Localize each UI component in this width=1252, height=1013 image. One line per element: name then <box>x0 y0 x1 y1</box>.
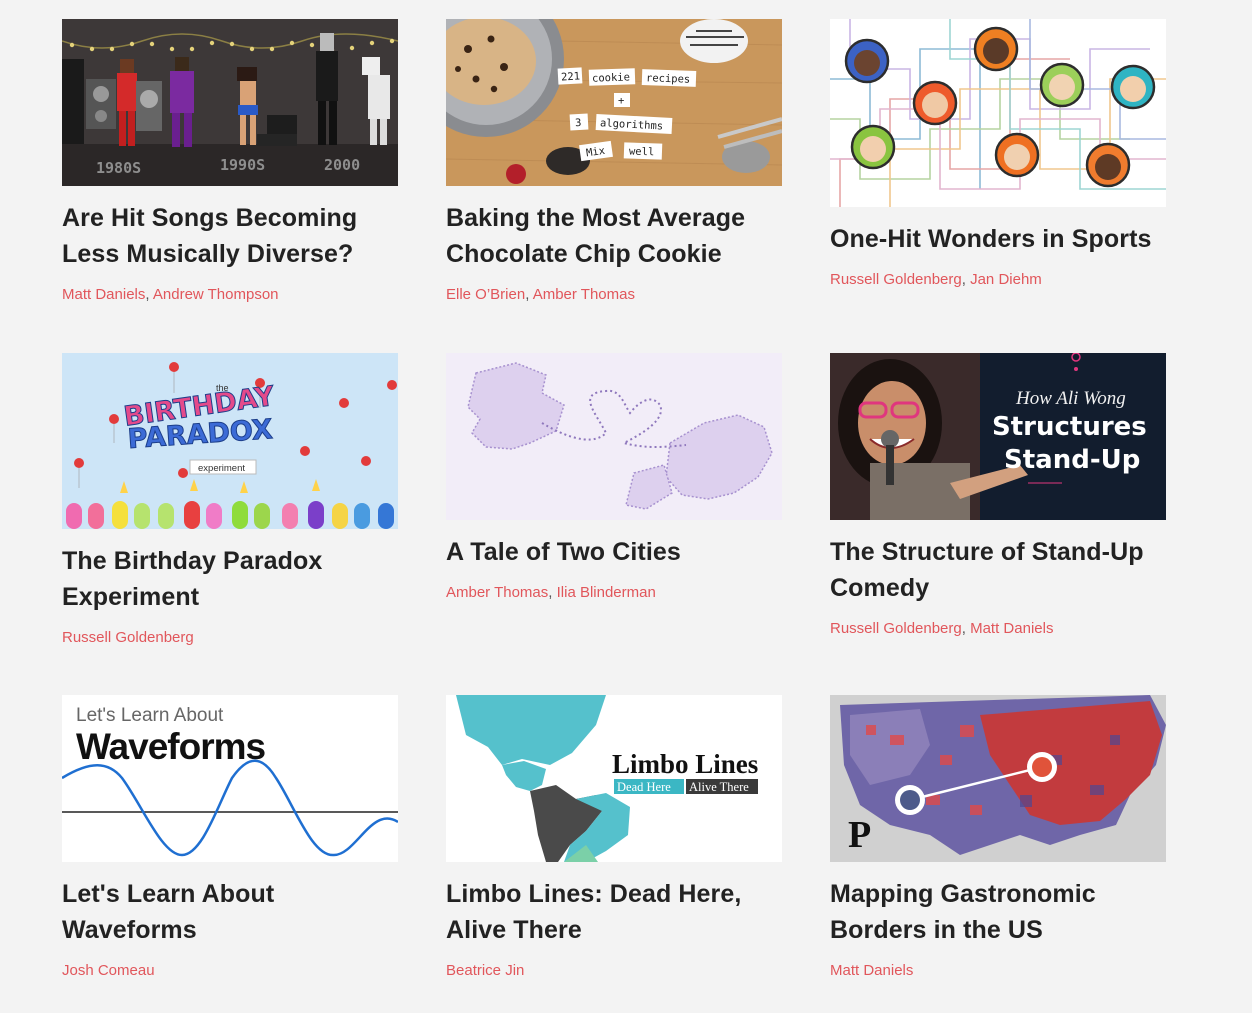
story-title[interactable]: One-Hit Wonders in Sports <box>830 221 1166 257</box>
waveforms-kicker: Let's Learn About <box>76 705 224 726</box>
author-link[interactable]: Russell Goldenberg <box>830 271 962 288</box>
author-link[interactable]: Josh Comeau <box>62 962 155 979</box>
author-link[interactable]: Amber Thomas <box>446 584 548 601</box>
thumbnail-limbo-lines[interactable]: Limbo Lines Dead Here Alive There <box>446 695 782 862</box>
story-authors: Amber Thomas, Ilia Blinderman <box>446 584 656 601</box>
thumbnail-hit-songs[interactable]: 1980S 1990S 2000 <box>62 19 398 186</box>
story-authors: Russell Goldenberg, Matt Daniels <box>830 620 1054 637</box>
thumbnail-gastronomic-borders[interactable]: P <box>830 695 1166 862</box>
tile-cookie: cookie <box>592 71 630 84</box>
story-authors: Matt Daniels, Andrew Thompson <box>62 286 279 303</box>
story-title[interactable]: Mapping Gastronomic Borders in the US <box>830 876 1166 948</box>
author-link[interactable]: Matt Daniels <box>830 962 913 979</box>
pudding-logo: P <box>848 814 871 856</box>
story-card-standup[interactable]: How Ali Wong Structures Stand-Up The Str… <box>830 353 1166 640</box>
story-title[interactable]: A Tale of Two Cities <box>446 534 782 570</box>
story-card-cookie[interactable]: 221 cookie recipes + 3 algorithms Mix we… <box>446 19 782 306</box>
author-link[interactable]: Matt Daniels <box>970 620 1053 637</box>
author-link[interactable]: Andrew Thompson <box>153 286 279 303</box>
author-link[interactable]: Matt Daniels <box>62 286 145 303</box>
tile-221: 221 <box>561 70 581 83</box>
story-title[interactable]: Baking the Most Average Chocolate Chip C… <box>446 200 782 272</box>
standup-line1: Structures <box>992 412 1147 442</box>
year-label-3: 2000 <box>324 156 360 174</box>
story-authors: Beatrice Jin <box>446 960 782 982</box>
standup-kicker: How Ali Wong <box>1015 388 1126 409</box>
story-title[interactable]: Let's Learn About Waveforms <box>62 876 398 948</box>
thumbnail-two-cities[interactable] <box>446 353 782 520</box>
author-link[interactable]: Elle O’Brien <box>446 286 525 303</box>
story-authors: Matt Daniels <box>830 960 1166 982</box>
experiment-label: experiment <box>198 463 245 474</box>
story-card-two-cities[interactable]: A Tale of Two Cities Amber Thomas, Ilia … <box>446 353 782 604</box>
thumbnail-birthday-paradox[interactable]: the BIRTHDAY PARADOX experiment <box>62 353 398 529</box>
story-title[interactable]: The Structure of Stand-Up Comedy <box>830 534 1166 606</box>
author-link[interactable]: Jan Diehm <box>970 271 1042 288</box>
tile-well: well <box>629 146 655 159</box>
story-authors: Elle O’Brien, Amber Thomas <box>446 286 635 303</box>
story-authors: Josh Comeau <box>62 960 398 982</box>
story-title[interactable]: Limbo Lines: Dead Here, Alive There <box>446 876 782 948</box>
author-link[interactable]: Amber Thomas <box>533 286 635 303</box>
thumbnail-standup[interactable]: How Ali Wong Structures Stand-Up <box>830 353 1166 520</box>
story-title[interactable]: The Birthday Paradox Experiment <box>62 543 398 615</box>
thumbnail-one-hit-wonders[interactable] <box>830 19 1166 207</box>
tile-3: 3 <box>575 117 582 129</box>
thumbnail-cookie[interactable]: 221 cookie recipes + 3 algorithms Mix we… <box>446 19 782 186</box>
waveforms-headline: Waveforms <box>76 726 266 767</box>
limbo-tag-alive: Alive There <box>689 780 749 794</box>
story-card-waveforms[interactable]: Let's Learn About Waveforms Let's Learn … <box>62 695 398 982</box>
story-authors: Russell Goldenberg, Jan Diehm <box>830 271 1042 288</box>
story-card-one-hit-wonders[interactable]: One-Hit Wonders in Sports Russell Golden… <box>830 19 1166 291</box>
author-link[interactable]: Ilia Blinderman <box>557 584 656 601</box>
story-card-birthday-paradox[interactable]: the BIRTHDAY PARADOX experiment The Birt… <box>62 353 398 649</box>
year-label-1: 1980S <box>96 159 141 177</box>
year-label-2: 1990S <box>220 156 265 174</box>
story-card-limbo-lines[interactable]: Limbo Lines Dead Here Alive There Limbo … <box>446 695 782 982</box>
tile-recipes: recipes <box>646 72 691 86</box>
author-link[interactable]: Russell Goldenberg <box>830 620 962 637</box>
story-title[interactable]: Are Hit Songs Becoming Less Musically Di… <box>62 200 398 272</box>
limbo-headline: Limbo Lines <box>612 749 758 779</box>
limbo-tag-dead: Dead Here <box>617 780 671 794</box>
story-card-gastronomic-borders[interactable]: P Mapping Gastronomic Borders in the US … <box>830 695 1166 982</box>
author-link[interactable]: Beatrice Jin <box>446 962 524 979</box>
standup-line2: Stand-Up <box>1004 445 1140 475</box>
author-link[interactable]: Russell Goldenberg <box>62 629 194 646</box>
story-authors: Russell Goldenberg <box>62 627 398 649</box>
tile-plus: + <box>618 95 624 107</box>
story-card-hit-songs[interactable]: 1980S 1990S 2000 Are Hit Songs Becoming … <box>62 19 398 306</box>
thumbnail-waveforms[interactable]: Let's Learn About Waveforms <box>62 695 398 862</box>
